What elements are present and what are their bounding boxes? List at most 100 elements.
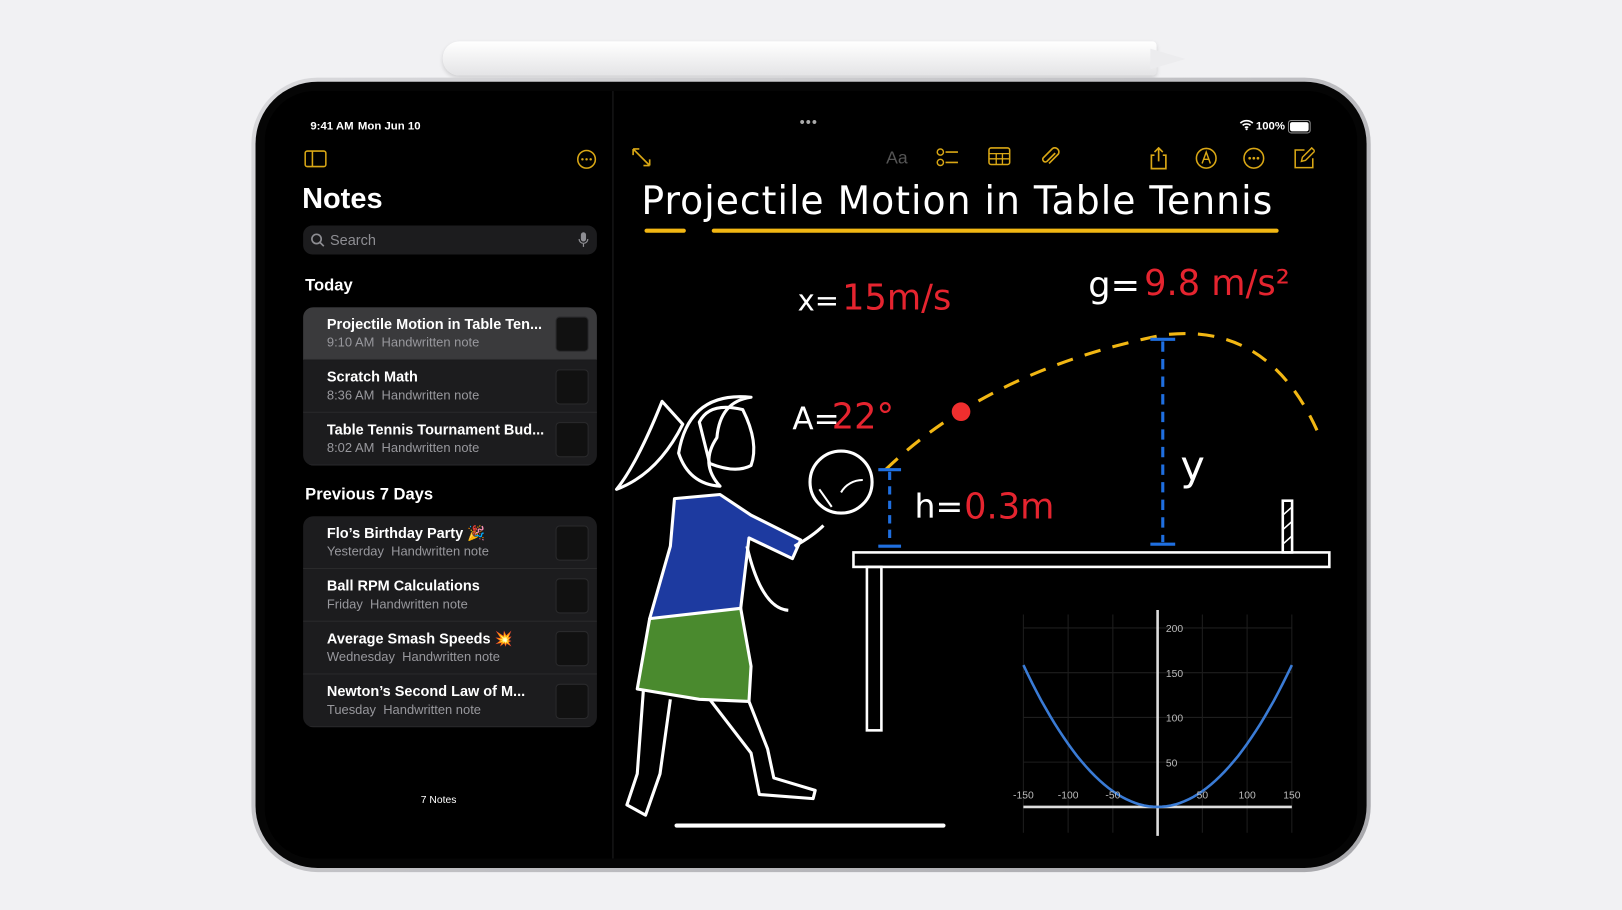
notes-group-today: Projectile Motion in Table Ten... 9:10 A… <box>303 307 597 466</box>
more-options-icon[interactable] <box>576 149 597 175</box>
search-input[interactable]: Search <box>303 225 597 255</box>
status-date: Mon Jun 10 <box>357 120 421 133</box>
y-measure <box>1150 337 1176 546</box>
note-time: Friday <box>326 596 363 612</box>
note-meta: Friday Handwritten note <box>327 597 468 611</box>
note-type: Handwritten note <box>383 702 481 717</box>
note-title: Flo’s Birthday Party 🎉 <box>326 524 486 542</box>
format-button[interactable]: Aa <box>886 147 909 170</box>
parabola-curve <box>1022 664 1294 809</box>
note-type: Handwritten note <box>381 387 480 403</box>
note-list-item[interactable]: Newton’s Second Law of M... Tuesday Hand… <box>303 674 597 728</box>
note-title: Table Tennis Tournament Bud... <box>326 421 545 438</box>
note-meta: Wednesday Handwritten note <box>327 650 500 664</box>
note-title: Scratch Math <box>326 368 418 385</box>
markup-icon[interactable] <box>1195 147 1218 170</box>
note-time: 8:02 AM <box>326 440 375 456</box>
note-meta: 8:36 AM Handwritten note <box>327 388 479 402</box>
multitasking-dots-icon[interactable]: ••• <box>800 114 818 131</box>
x-tick-label: -50 <box>1105 791 1120 802</box>
note-type: Handwritten note <box>391 544 489 559</box>
x-tick-label: -150 <box>1013 791 1034 802</box>
status-time: 9:41 AM <box>310 120 354 133</box>
height-measure <box>878 468 902 548</box>
note-count: 7 Notes <box>420 794 457 806</box>
x-tick-label: -100 <box>1058 791 1079 802</box>
y-tick-label: 50 <box>1166 758 1178 769</box>
handwritten-title: Projectile Motion in Table Tennis <box>641 177 1274 224</box>
home-indicator[interactable] <box>674 823 946 828</box>
section-header-previous-7-days: Previous 7 Days <box>305 486 434 504</box>
x-tick-label: 50 <box>1197 791 1209 802</box>
note-title: Newton’s Second Law of M... <box>326 682 526 700</box>
trajectory-path <box>884 332 1320 471</box>
note-title: Average Smash Speeds 💥 <box>326 630 513 647</box>
expand-icon[interactable] <box>630 147 653 170</box>
table-icon[interactable] <box>988 147 1011 170</box>
apple-pencil <box>442 41 1157 76</box>
note-thumbnail <box>555 316 589 352</box>
height-variable: h= <box>914 486 964 526</box>
stage: Notes Search Today Projectile Motion in … <box>0 0 1622 910</box>
apple-pencil-tip <box>1150 48 1186 70</box>
search-placeholder: Search <box>330 231 376 249</box>
note-type: Handwritten note <box>381 335 480 350</box>
table <box>852 499 1331 732</box>
note-list-item[interactable]: Scratch Math 8:36 AM Handwritten note <box>303 360 597 413</box>
note-list-item[interactable]: Table Tennis Tournament Bud... 8:02 AM H… <box>303 413 597 466</box>
note-thumbnail <box>555 369 589 405</box>
note-list-item[interactable]: Ball RPM Calculations Friday Handwritten… <box>303 569 597 622</box>
note-meta: Yesterday Handwritten note <box>327 544 489 558</box>
y-tick-label: 150 <box>1166 669 1183 680</box>
microphone-icon[interactable] <box>578 232 589 249</box>
note-list-item[interactable]: Projectile Motion in Table Ten... 9:10 A… <box>303 307 597 361</box>
note-type: Handwritten note <box>370 596 468 612</box>
note-title: Projectile Motion in Table Ten... <box>326 315 543 333</box>
y-tick-label: 100 <box>1166 714 1183 725</box>
notes-group-previous: Flo’s Birthday Party 🎉 Yesterday Handwri… <box>303 516 597 728</box>
note-thumbnail <box>555 683 589 719</box>
gravity-value: 9.8 m/s² <box>1144 262 1290 305</box>
note-thumbnail <box>555 525 589 561</box>
compose-icon[interactable] <box>1292 146 1316 170</box>
page-title: Notes <box>302 182 383 215</box>
graph: -150 -100 -50 50 100 150 50 100 150 200 <box>1013 610 1301 836</box>
note-list-item[interactable]: Flo’s Birthday Party 🎉 Yesterday Handwri… <box>303 516 597 569</box>
battery-percent: 100% <box>1255 120 1285 133</box>
note-time: Wednesday <box>326 649 395 665</box>
attachment-icon[interactable] <box>1039 147 1062 170</box>
x-velocity-variable: x= <box>797 283 840 318</box>
ball <box>951 402 971 422</box>
note-time: Tuesday <box>326 702 377 717</box>
player-drawing <box>615 395 874 817</box>
more-icon[interactable] <box>1242 147 1265 170</box>
checklist-icon[interactable] <box>936 147 959 170</box>
note-meta: 9:10 AM Handwritten note <box>327 335 479 349</box>
note-thumbnail <box>555 631 589 667</box>
note-type: Handwritten note <box>381 440 480 456</box>
note-type: Handwritten note <box>402 649 500 665</box>
share-icon[interactable] <box>1147 146 1170 170</box>
notes-sidebar: Notes Search Today Projectile Motion in … <box>265 91 614 859</box>
note-time: 9:10 AM <box>326 335 375 350</box>
x-tick-label: 150 <box>1283 791 1300 802</box>
wifi-icon <box>1239 119 1254 133</box>
note-list-item[interactable]: Average Smash Speeds 💥 Wednesday Handwri… <box>303 622 597 675</box>
gravity-variable: g= <box>1088 264 1141 307</box>
section-header-today: Today <box>305 277 353 295</box>
note-title: Ball RPM Calculations <box>326 577 480 594</box>
x-tick-label: 100 <box>1238 791 1255 802</box>
screen: Notes Search Today Projectile Motion in … <box>264 91 1358 859</box>
note-thumbnail <box>555 578 589 614</box>
note-thumbnail <box>555 422 589 458</box>
note-meta: 8:02 AM Handwritten note <box>327 441 479 455</box>
battery-icon <box>1287 120 1311 134</box>
y-tick-label: 200 <box>1166 624 1183 635</box>
search-icon <box>311 233 325 247</box>
sidebar-toggle-icon[interactable] <box>304 150 327 173</box>
note-meta: Tuesday Handwritten note <box>327 702 481 716</box>
note-time: Yesterday <box>326 544 384 559</box>
height-value: 0.3m <box>964 486 1055 528</box>
x-velocity-value: 15m/s <box>842 277 952 319</box>
angle-value: 22° <box>831 396 895 438</box>
